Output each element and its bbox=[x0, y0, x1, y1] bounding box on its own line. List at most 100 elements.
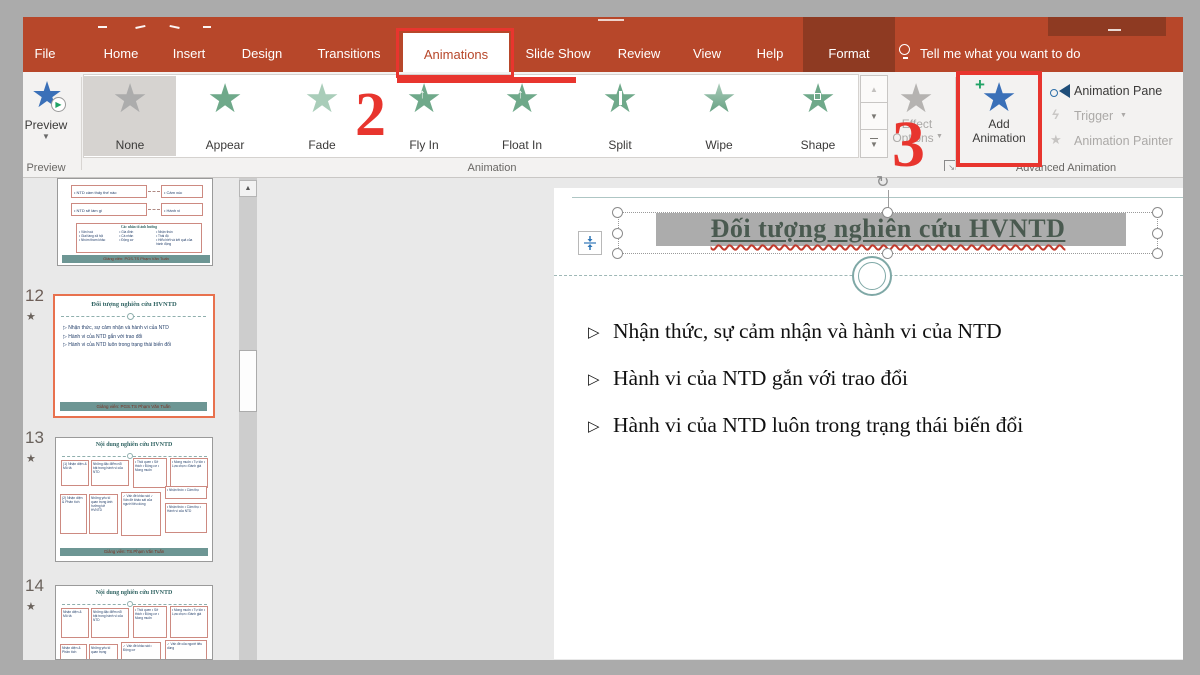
slide-12-thumbnail[interactable]: Đối tượng nghiên cứu HVNTD ▷ Nhận thức, … bbox=[53, 294, 215, 418]
slide-divider-inner-circle bbox=[858, 262, 886, 290]
slide-bullet-line: ▷ Nhận thức, sự cảm nhận và hành vi của … bbox=[588, 316, 1168, 363]
annotation-box-animations-tab bbox=[396, 28, 514, 78]
resize-handle[interactable] bbox=[882, 207, 893, 218]
gallery-item-split[interactable]: ★ bbox=[598, 78, 642, 120]
resize-handle[interactable] bbox=[612, 248, 623, 259]
quick-access-start-icon[interactable] bbox=[203, 22, 211, 28]
annotation-underline-bar bbox=[397, 77, 576, 83]
diagram-box: • Cảm xúc bbox=[161, 185, 203, 198]
diagram-box: • NTD sẽ làm gì bbox=[71, 203, 147, 216]
gallery-item-float-in-label[interactable]: Float In bbox=[502, 138, 542, 152]
animation-painter-button[interactable]: ★ Animation Painter bbox=[1048, 131, 1183, 151]
slide-14-thumbnail[interactable]: Nội dung nghiên cứu HVNTD Nhận diện & Mô… bbox=[55, 585, 213, 660]
animation-indicator-star-icon[interactable]: ★ bbox=[26, 310, 36, 323]
tell-me-box[interactable]: Tell me what you want to do bbox=[920, 46, 1080, 61]
autofit-icon bbox=[582, 235, 598, 251]
tab-slide-show[interactable]: Slide Show bbox=[525, 46, 590, 61]
preview-play-badge-icon: ▶ bbox=[51, 97, 66, 112]
gallery-item-appear[interactable]: ★ bbox=[203, 78, 247, 120]
gallery-scroll-down-button[interactable]: ▼ bbox=[860, 102, 888, 130]
tab-file[interactable]: File bbox=[35, 46, 56, 61]
thumbnail-bullet: ▷ Hành vi của NTD gắn với trao đổi bbox=[63, 333, 171, 342]
slide-bullet-line: ▷ Hành vi của NTD luôn trong trạng thái … bbox=[588, 410, 1168, 457]
trigger-button[interactable]: ϟ Trigger ▼ bbox=[1048, 106, 1183, 126]
gallery-more-button[interactable]: ▼ bbox=[860, 129, 888, 158]
thumbnail-title: Đối tượng nghiên cứu HVNTD bbox=[55, 296, 213, 308]
preview-button-label[interactable]: Preview bbox=[25, 118, 68, 132]
tab-help[interactable]: Help bbox=[757, 46, 784, 61]
thumbnail-footer: Giảng viên: TS.Phạm Văn Tuấn bbox=[60, 548, 208, 556]
gallery-item-none[interactable]: ★ bbox=[108, 78, 152, 120]
annotation-step-3: 3 bbox=[892, 112, 925, 178]
gallery-item-none-label[interactable]: None bbox=[116, 138, 145, 152]
gallery-item-split-label[interactable]: Split bbox=[608, 138, 631, 152]
thumbnail-scrollbar-thumb[interactable] bbox=[239, 350, 257, 412]
quick-access-save-icon[interactable] bbox=[98, 22, 107, 28]
slide-bullet-line: ▷ Hành vi của NTD gắn với trao đổi bbox=[588, 363, 1168, 410]
animation-indicator-star-icon[interactable]: ★ bbox=[26, 600, 36, 613]
slide-12-number: 12 bbox=[25, 286, 44, 306]
rotate-handle-icon[interactable]: ↻ bbox=[876, 172, 889, 191]
tab-transitions[interactable]: Transitions bbox=[317, 46, 380, 61]
tab-design[interactable]: Design bbox=[242, 46, 282, 61]
fly-in-arrow-overlay: ↑ bbox=[419, 86, 426, 101]
tab-format[interactable]: Format bbox=[828, 46, 869, 61]
slide-13-thumbnail[interactable]: Nội dung nghiên cứu HVNTD (1) Nhận diện … bbox=[55, 437, 213, 562]
resize-handle[interactable] bbox=[612, 228, 623, 239]
animation-dialog-launcher[interactable]: ↘ bbox=[944, 160, 955, 171]
resize-handle[interactable] bbox=[1152, 207, 1163, 218]
gallery-item-fade[interactable]: ★ bbox=[300, 78, 344, 120]
animation-gallery bbox=[83, 74, 859, 158]
gallery-item-wipe[interactable]: ★ bbox=[697, 78, 741, 120]
autofit-options-button[interactable] bbox=[578, 231, 602, 255]
window-title-fragment bbox=[598, 18, 624, 21]
animation-pane-button[interactable]: Animation Pane bbox=[1048, 81, 1183, 101]
resize-handle[interactable] bbox=[1152, 248, 1163, 259]
slide-body-text[interactable]: ▷ Nhận thức, sự cảm nhận và hành vi của … bbox=[588, 316, 1168, 457]
animation-pane-clock-icon bbox=[1050, 89, 1058, 97]
gallery-item-wipe-label[interactable]: Wipe bbox=[705, 138, 732, 152]
appear-star-icon: ★ bbox=[207, 79, 243, 119]
thumbnail-divider-circle bbox=[127, 313, 134, 320]
tab-home[interactable]: Home bbox=[104, 46, 139, 61]
lightbulb-base bbox=[903, 56, 908, 59]
gallery-scroll-up-button[interactable]: ▲ bbox=[860, 75, 888, 103]
gallery-item-fly-in[interactable]: ★ ↑ bbox=[402, 78, 446, 120]
tab-review[interactable]: Review bbox=[618, 46, 661, 61]
thumbnail-title: Nội dung nghiên cứu HVNTD bbox=[56, 586, 212, 596]
thumbnail-footer: Giảng viên: PGS.TS Phạm Văn Tuấn bbox=[60, 402, 207, 411]
wipe-star-icon: ★ bbox=[701, 79, 737, 119]
effect-options-dropdown-icon: ▼ bbox=[936, 133, 943, 140]
resize-handle[interactable] bbox=[612, 207, 623, 218]
thumbnail-scrollbar-track[interactable] bbox=[239, 178, 257, 660]
dropdown-arrow-icon[interactable]: ▼ bbox=[42, 132, 50, 141]
thumbnail-footer: Giảng viên: PGS.TS Phạm Văn Tuấn bbox=[62, 255, 210, 263]
animation-indicator-star-icon[interactable]: ★ bbox=[26, 452, 36, 465]
diagram-box: • NTD cảm thấy thế nào bbox=[71, 185, 147, 198]
gallery-item-shape-label[interactable]: Shape bbox=[801, 138, 836, 152]
tab-view[interactable]: View bbox=[693, 46, 721, 61]
slide-14-number: 14 bbox=[25, 576, 44, 596]
gallery-item-appear-label[interactable]: Appear bbox=[206, 138, 245, 152]
annotation-box-add-animation bbox=[956, 71, 1042, 167]
group-separator bbox=[81, 77, 82, 170]
gallery-item-fly-in-label[interactable]: Fly In bbox=[409, 138, 438, 152]
gallery-item-shape[interactable]: ★ bbox=[796, 78, 840, 120]
diagram-box: • Hành vi bbox=[161, 203, 203, 216]
factors-box: Các nhân tố ảnh hưởng • Văn hoá • Giai t… bbox=[76, 223, 202, 253]
gallery-item-float-in[interactable]: ★ ↑ bbox=[500, 78, 544, 120]
preview-group-label: Preview bbox=[26, 162, 65, 174]
fade-star-icon: ★ bbox=[304, 79, 340, 119]
slide-template-border bbox=[572, 197, 1183, 198]
tab-insert[interactable]: Insert bbox=[173, 46, 206, 61]
thumbnail-title: Nội dung nghiên cứu HVNTD bbox=[56, 438, 212, 448]
bullet-arrow-icon: ▷ bbox=[588, 371, 600, 388]
preview-button[interactable]: ★ bbox=[22, 76, 72, 116]
resize-handle[interactable] bbox=[882, 248, 893, 259]
slide-11-thumbnail[interactable]: • NTD cảm thấy thế nào • Cảm xúc • NTD s… bbox=[57, 178, 213, 266]
bullet-arrow-icon: ▷ bbox=[588, 418, 600, 435]
thumbnail-scrollbar-up-button[interactable]: ▲ bbox=[239, 180, 257, 197]
thumbnail-bullet: ▷ Nhận thức, sự cảm nhận và hành vi của … bbox=[63, 324, 171, 333]
gallery-item-fade-label[interactable]: Fade bbox=[308, 138, 335, 152]
resize-handle[interactable] bbox=[1152, 228, 1163, 239]
